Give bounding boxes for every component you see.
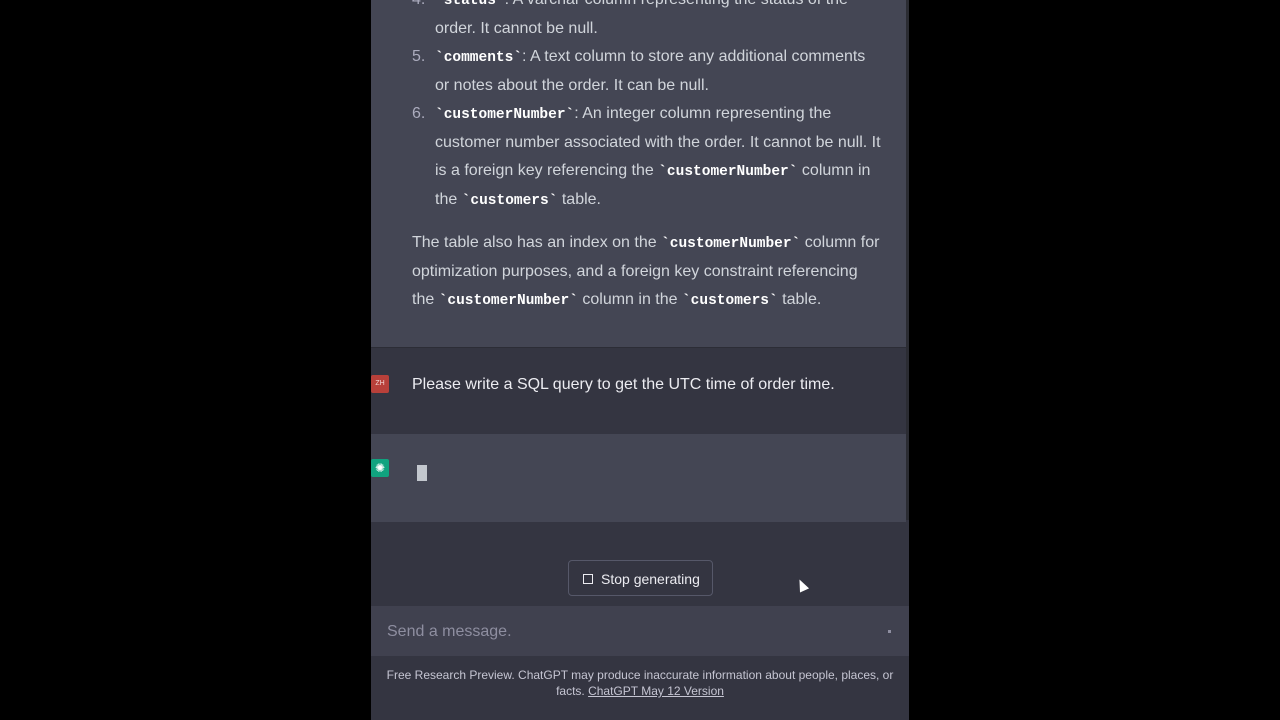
send-icon[interactable] [888,630,891,633]
summary-text: table. [777,291,822,308]
stop-generating-button[interactable]: Stop generating [568,560,713,596]
inline-code: `customers` [681,293,778,309]
scrollbar[interactable] [906,0,909,520]
response-list: 4. `status`: A varchar column representi… [412,0,882,215]
inline-code: `customers` [461,193,558,209]
list-item: 6. `customerNumber`: An integer column r… [412,100,882,215]
footer-disclaimer: Free Research Preview. ChatGPT may produ… [371,667,909,699]
inline-code: `customerNumber` [658,164,798,180]
assistant-message: 4. `status`: A varchar column representi… [371,0,906,347]
list-number: 4. [412,0,425,14]
summary-text: column in the [577,291,682,308]
chat-app: 4. `status`: A varchar column representi… [371,0,909,720]
user-avatar: ZH [371,375,389,393]
user-message: ZH Please write a SQL query to get the U… [371,347,906,436]
list-number: 6. [412,105,426,122]
inline-code: `customerNumber` [435,107,575,123]
inline-code: `status` [435,0,505,9]
message-input-bar [371,606,909,656]
list-text: table. [557,191,601,208]
user-message-text: Please write a SQL query to get the UTC … [412,376,835,393]
version-link[interactable]: ChatGPT May 12 Version [588,684,724,698]
summary-paragraph: The table also has an index on the `cust… [412,229,882,315]
message-input[interactable] [385,619,869,645]
inline-code: `comments` [435,50,523,66]
assistant-message-generating: ✺ [371,434,906,522]
stop-square-icon [583,574,593,584]
inline-code: `customerNumber` [438,293,578,309]
stop-label: Stop generating [601,571,700,587]
summary-text: The table also has an index on the [412,234,662,251]
inline-code: `customerNumber` [661,236,801,252]
list-number: 5. [412,48,426,65]
chatgpt-logo-icon: ✺ [371,459,389,477]
list-item: 4. `status`: A varchar column representi… [412,0,882,43]
typing-cursor [417,465,427,481]
list-item: 5. `comments`: A text column to store an… [412,43,882,100]
